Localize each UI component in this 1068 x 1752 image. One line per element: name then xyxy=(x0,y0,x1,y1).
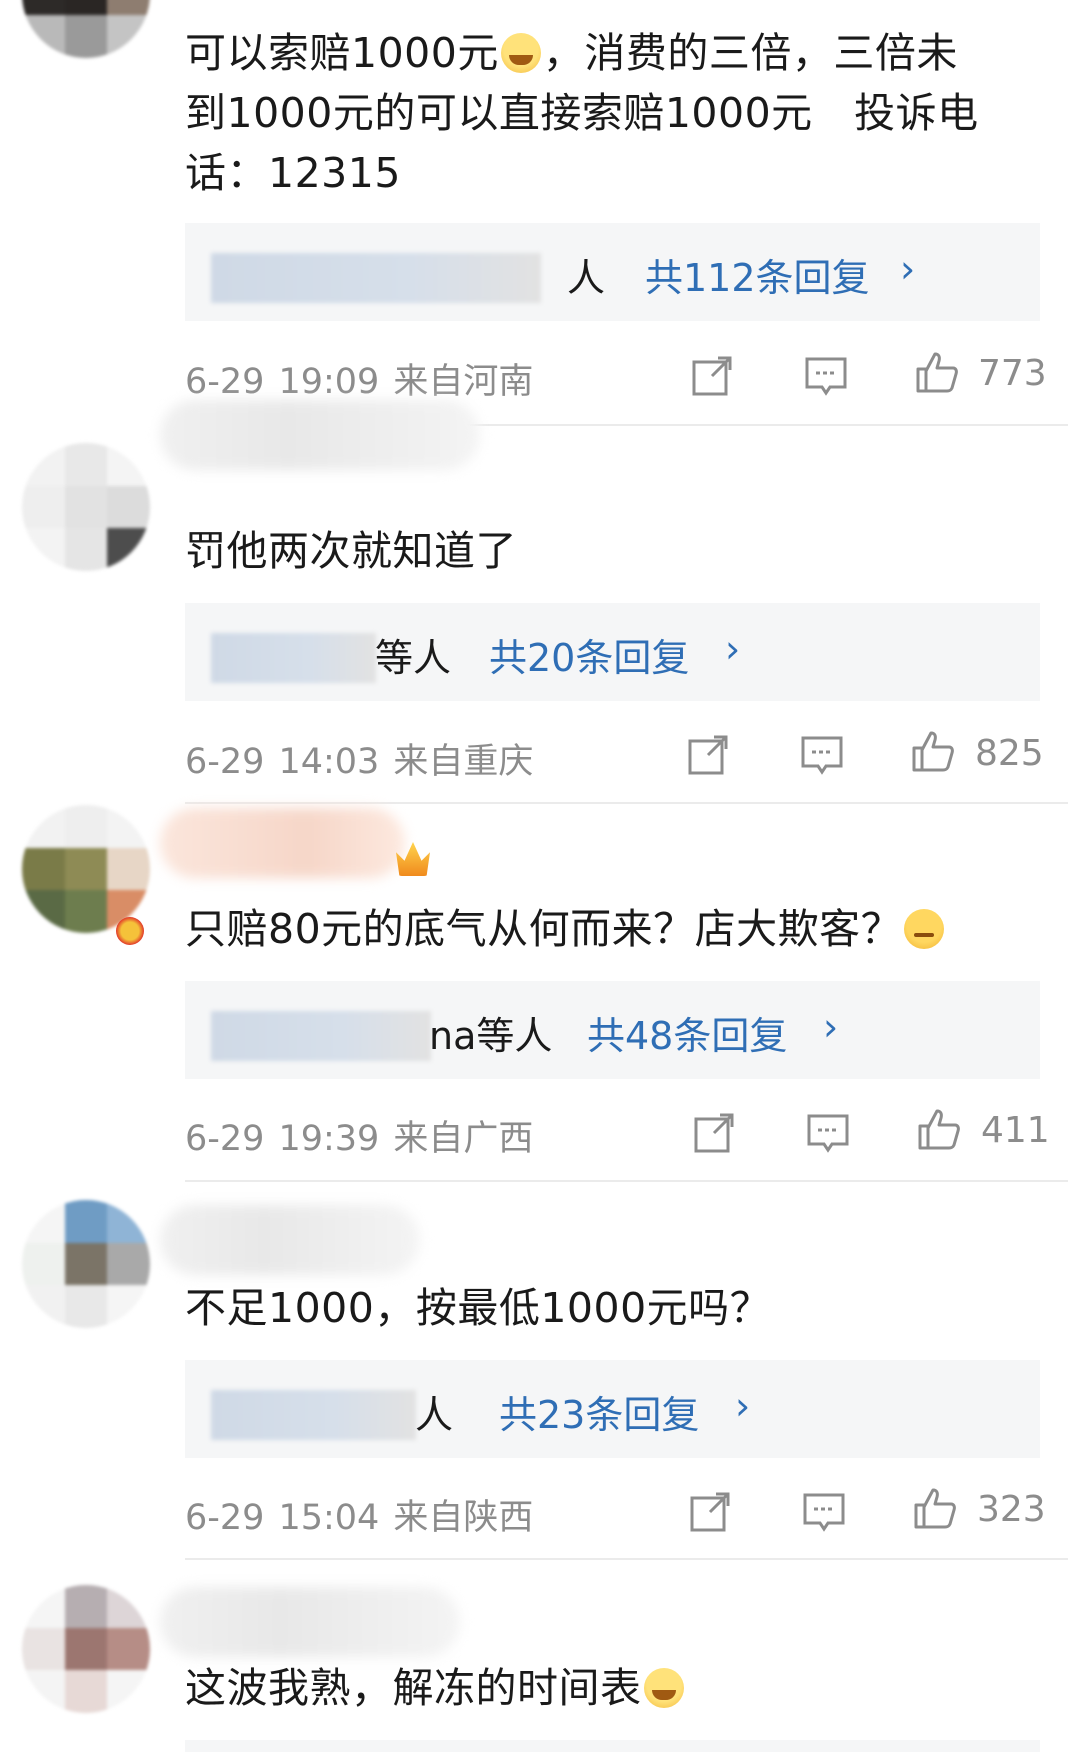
blurred-username xyxy=(160,1587,460,1657)
comment-icon[interactable] xyxy=(800,733,844,777)
verified-badge-icon xyxy=(116,917,144,945)
reply-preview[interactable]: 等人 共20条回复 › xyxy=(185,603,1040,701)
comment-date: 6-29 xyxy=(185,362,265,402)
comment-meta: 6-29 15:04 来自陕西 xyxy=(185,1489,547,1540)
comment-text: 不足1000，按最低1000元吗？ xyxy=(185,1284,772,1332)
comment-text: 只赔80元的底气从何而来？店大欺客？ xyxy=(185,899,1045,959)
share-icon[interactable] xyxy=(690,354,734,398)
reply-preview[interactable] xyxy=(185,1740,1040,1752)
comment-icon[interactable] xyxy=(806,1111,850,1155)
reply-preview[interactable]: 人 共112条回复 › xyxy=(185,223,1040,321)
chevron-right-icon: › xyxy=(900,247,916,291)
share-icon[interactable] xyxy=(686,733,730,777)
comment-location: 来自河南 xyxy=(393,362,534,402)
blurred-reply-names xyxy=(211,1011,431,1061)
chevron-right-icon: › xyxy=(823,1005,839,1049)
comment-date: 6-29 xyxy=(185,1498,265,1538)
avatar[interactable] xyxy=(22,1200,150,1328)
blurred-reply-names xyxy=(211,1390,416,1440)
comment-time: 19:09 xyxy=(278,362,380,402)
chevron-right-icon: › xyxy=(725,627,741,671)
comment-location: 来自陕西 xyxy=(393,1498,534,1538)
comment-text: 罚他两次就知道了 xyxy=(185,527,517,575)
comment-meta: 6-29 19:09 来自河南 xyxy=(185,353,547,404)
like-icon[interactable] xyxy=(911,729,955,773)
avatar[interactable] xyxy=(22,443,150,571)
blurred-username xyxy=(160,400,480,470)
comment-text: 这波我熟，解冻的时间表 xyxy=(185,1658,1045,1718)
like-count: 411 xyxy=(981,1110,1050,1151)
blurred-username xyxy=(160,808,405,878)
comment-time: 15:04 xyxy=(278,1498,380,1538)
like-icon[interactable] xyxy=(917,1107,961,1151)
like-icon[interactable] xyxy=(915,350,959,394)
comment-meta: 6-29 14:03 来自重庆 xyxy=(185,733,547,784)
comment-meta: 6-29 19:39 来自广西 xyxy=(185,1110,547,1161)
like-count: 825 xyxy=(975,733,1044,774)
comment-location: 来自广西 xyxy=(393,1119,534,1159)
divider xyxy=(185,1558,1068,1560)
reply-preview[interactable]: na等人 共48条回复 › xyxy=(185,981,1040,1079)
avatar[interactable] xyxy=(22,805,150,933)
share-icon[interactable] xyxy=(692,1111,736,1155)
share-icon[interactable] xyxy=(688,1490,732,1534)
avatar[interactable] xyxy=(22,0,150,58)
laugh-cry-emoji-icon xyxy=(643,1668,684,1708)
blurred-username xyxy=(160,1205,420,1275)
reply-count-link[interactable]: 共23条回复 xyxy=(499,1384,699,1439)
laugh-cry-emoji-icon xyxy=(500,33,541,73)
comment-text: 可以索赔1000元 ，消费的三倍，三倍未 到1000元的可以直接索赔1000元 投… xyxy=(185,29,979,197)
chevron-right-icon: › xyxy=(735,1384,751,1428)
comment-location: 来自重庆 xyxy=(393,742,534,782)
comment-icon[interactable] xyxy=(802,1490,846,1534)
comment-time: 14:03 xyxy=(278,742,380,782)
blurred-reply-names xyxy=(211,633,376,683)
reply-count-link[interactable]: 共48条回复 xyxy=(587,1005,787,1060)
comment-icon[interactable] xyxy=(804,354,848,398)
comment-date: 6-29 xyxy=(185,742,265,782)
like-icon[interactable] xyxy=(913,1486,957,1530)
reply-names-suffix: 人 xyxy=(415,1393,454,1437)
comment-time: 19:39 xyxy=(278,1119,380,1159)
like-count: 323 xyxy=(977,1489,1046,1530)
shrug-emoji-icon xyxy=(904,909,945,949)
blurred-reply-names xyxy=(211,253,541,303)
reply-names-suffix: 人 xyxy=(567,256,606,300)
comment-date: 6-29 xyxy=(185,1119,265,1159)
divider xyxy=(185,1180,1068,1182)
reply-preview[interactable]: 人 共23条回复 › xyxy=(185,1360,1040,1458)
divider xyxy=(185,802,1068,804)
reply-count-link[interactable]: 共112条回复 xyxy=(645,247,870,302)
like-count: 773 xyxy=(978,353,1047,394)
reply-count-link[interactable]: 共20条回复 xyxy=(489,627,689,682)
reply-names-suffix: 等人 xyxy=(375,636,452,680)
reply-names-suffix: na等人 xyxy=(429,1014,553,1058)
avatar[interactable] xyxy=(22,1585,150,1713)
